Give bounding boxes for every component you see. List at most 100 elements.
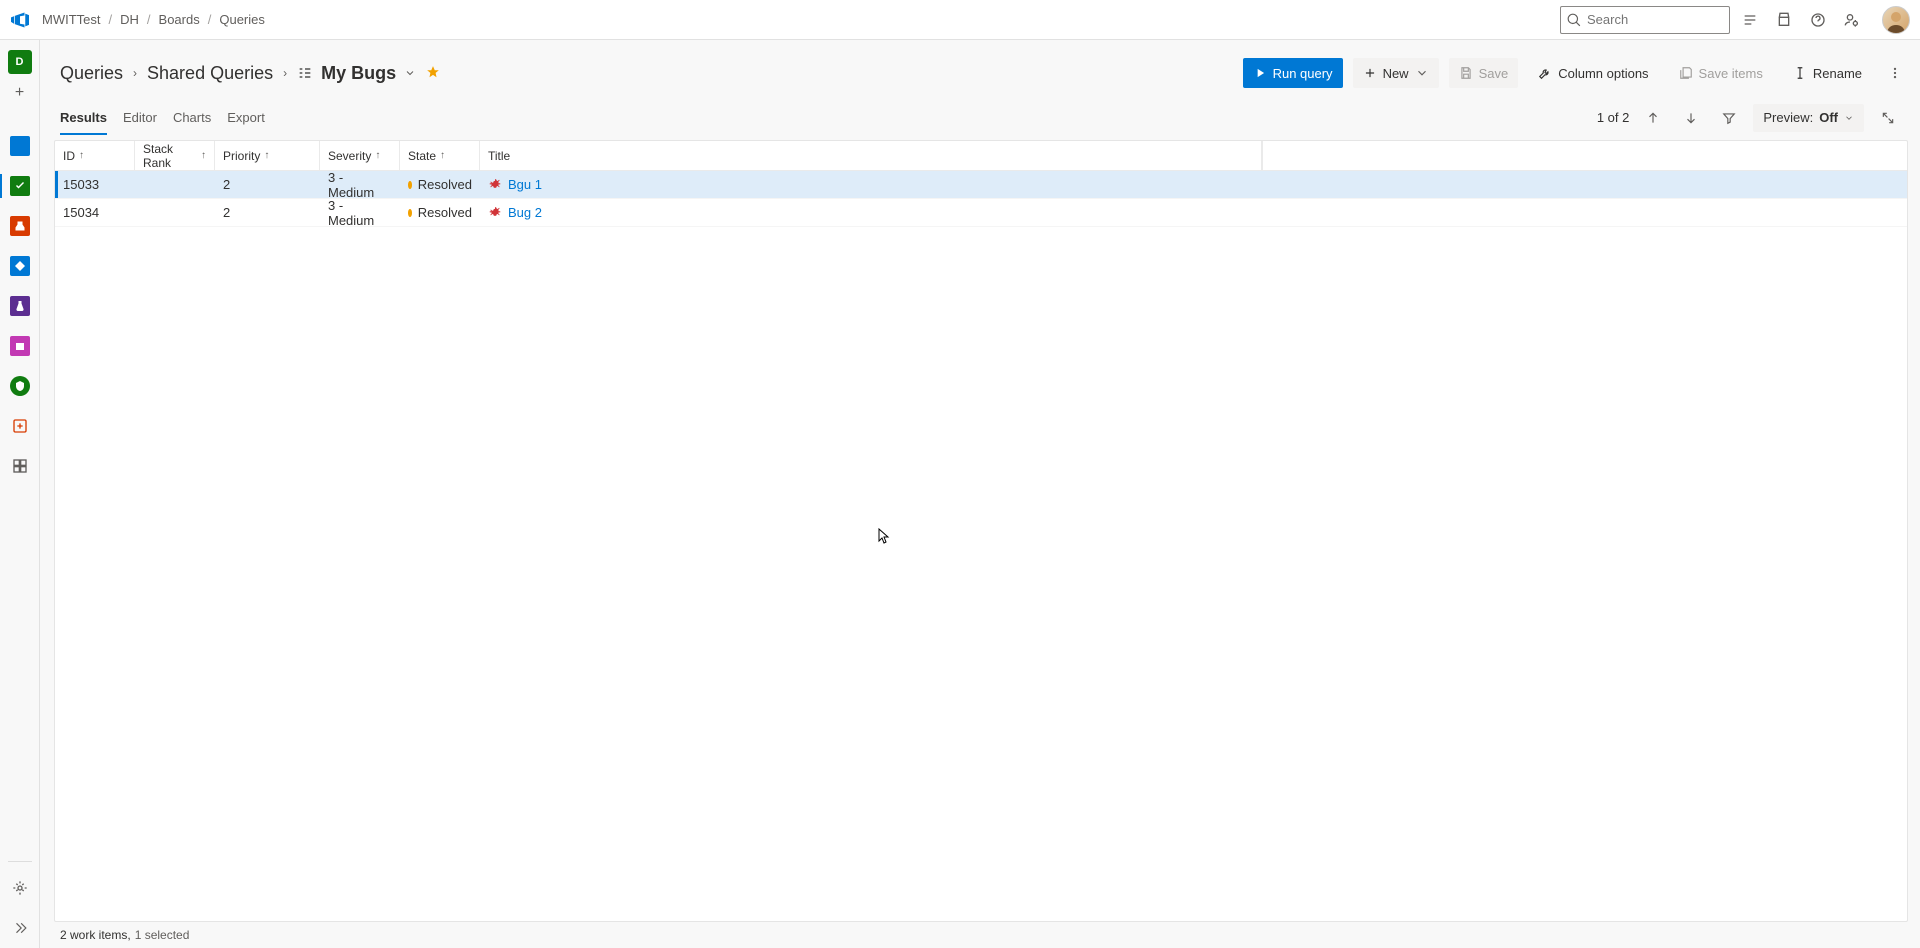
breadcrumb: MWITTest / DH / Boards / Queries bbox=[42, 12, 265, 27]
save-all-icon bbox=[1679, 66, 1693, 80]
col-header-title[interactable]: Title bbox=[480, 141, 1262, 170]
sidebar-artifacts[interactable] bbox=[0, 326, 40, 366]
breadcrumb-sep: / bbox=[147, 12, 151, 27]
breadcrumb-item[interactable]: Boards bbox=[159, 12, 200, 27]
add-button[interactable]: + bbox=[15, 84, 24, 102]
results-panel: ID↑ Stack Rank↑ Priority↑ Severity↑ Stat… bbox=[54, 140, 1908, 922]
marketplace-icon[interactable] bbox=[1774, 10, 1794, 30]
state-dot-icon bbox=[408, 181, 412, 189]
result-position: 1 of 2 bbox=[1597, 110, 1630, 125]
cell-severity: 3 - Medium bbox=[320, 198, 400, 228]
topbar-icons bbox=[1740, 6, 1910, 34]
expand-icon bbox=[1881, 111, 1895, 125]
more-actions-button[interactable] bbox=[1882, 58, 1908, 88]
sort-asc-icon: ↑ bbox=[201, 150, 206, 161]
cell-state: Resolved bbox=[400, 205, 480, 220]
sidebar-boards[interactable] bbox=[0, 166, 40, 206]
help-icon[interactable] bbox=[1808, 10, 1828, 30]
sort-asc-icon: ↑ bbox=[375, 150, 380, 161]
plus-icon bbox=[1363, 66, 1377, 80]
col-header-priority[interactable]: Priority↑ bbox=[215, 141, 320, 170]
page-breadcrumb: Queries › Shared Queries › My Bugs bbox=[60, 63, 440, 84]
breadcrumb-item[interactable]: Queries bbox=[219, 12, 265, 27]
sidebar-pipelines[interactable] bbox=[0, 246, 40, 286]
page-title[interactable]: My Bugs bbox=[321, 63, 396, 84]
footer-count: 2 work items, bbox=[60, 928, 131, 942]
table-header: ID↑ Stack Rank↑ Priority↑ Severity↑ Stat… bbox=[55, 141, 1907, 171]
page-crumb[interactable]: Shared Queries bbox=[147, 63, 273, 84]
cell-id: 15034 bbox=[55, 205, 135, 220]
main-content: Queries › Shared Queries › My Bugs Run q… bbox=[40, 40, 1920, 948]
bug-icon bbox=[488, 178, 502, 192]
rename-button[interactable]: Rename bbox=[1783, 58, 1872, 88]
save-icon bbox=[1459, 66, 1473, 80]
chevron-down-icon bbox=[1844, 113, 1854, 123]
admin-settings-icon[interactable] bbox=[1842, 10, 1862, 30]
page-crumb[interactable]: Queries bbox=[60, 63, 123, 84]
work-item-link[interactable]: Bug 2 bbox=[508, 205, 542, 220]
sidebar-collapse[interactable] bbox=[0, 908, 40, 948]
wrench-icon bbox=[1538, 66, 1552, 80]
work-item-link[interactable]: Bgu 1 bbox=[508, 177, 542, 192]
sort-asc-icon: ↑ bbox=[264, 150, 269, 161]
sort-asc-icon: ↑ bbox=[79, 150, 84, 161]
sidebar-overview[interactable] bbox=[0, 126, 40, 166]
cell-title: Bgu 1 bbox=[480, 177, 1262, 192]
sort-asc-icon: ↑ bbox=[440, 150, 445, 161]
search-box[interactable] bbox=[1560, 6, 1730, 34]
tab-export[interactable]: Export bbox=[227, 100, 265, 135]
preview-value: Off bbox=[1819, 110, 1838, 125]
breadcrumb-item[interactable]: DH bbox=[120, 12, 139, 27]
cell-id: 15033 bbox=[55, 177, 135, 192]
col-header-stack-rank[interactable]: Stack Rank↑ bbox=[135, 141, 215, 170]
tab-editor[interactable]: Editor bbox=[123, 100, 157, 135]
search-input[interactable] bbox=[1587, 12, 1723, 27]
table-body: 1503323 - MediumResolvedBgu 11503423 - M… bbox=[55, 171, 1907, 921]
bug-icon bbox=[488, 206, 502, 220]
column-options-button[interactable]: Column options bbox=[1528, 58, 1658, 88]
run-query-button[interactable]: Run query bbox=[1243, 58, 1343, 88]
tabs-right: 1 of 2 Preview: Off bbox=[1597, 104, 1902, 132]
arrow-up-icon bbox=[1646, 111, 1660, 125]
table-row[interactable]: 1503323 - MediumResolvedBgu 1 bbox=[55, 171, 1907, 199]
azure-devops-logo[interactable] bbox=[10, 10, 30, 30]
tabset: Results Editor Charts Export bbox=[60, 100, 265, 135]
more-vertical-icon bbox=[1888, 66, 1902, 80]
sidebar-settings[interactable] bbox=[0, 868, 40, 908]
chevron-right-icon: › bbox=[283, 66, 287, 80]
cell-state: Resolved bbox=[400, 177, 480, 192]
favorite-star-icon[interactable] bbox=[426, 63, 440, 84]
preview-toggle[interactable]: Preview: Off bbox=[1753, 104, 1864, 132]
project-tile[interactable]: D bbox=[8, 50, 32, 74]
col-header-state[interactable]: State↑ bbox=[400, 141, 480, 170]
tab-charts[interactable]: Charts bbox=[173, 100, 211, 135]
sidebar-test-plans[interactable] bbox=[0, 286, 40, 326]
chevron-down-icon bbox=[1415, 66, 1429, 80]
new-button[interactable]: New bbox=[1353, 58, 1439, 88]
sidebar-compliance[interactable] bbox=[0, 366, 40, 406]
sidebar: D + bbox=[0, 40, 40, 948]
col-header-severity[interactable]: Severity↑ bbox=[320, 141, 400, 170]
chevron-down-icon[interactable] bbox=[404, 67, 416, 79]
list-icon bbox=[297, 65, 313, 81]
col-header-id[interactable]: ID↑ bbox=[55, 141, 135, 170]
filter-icon bbox=[1722, 111, 1736, 125]
breadcrumb-item[interactable]: MWITTest bbox=[42, 12, 101, 27]
page-header: Queries › Shared Queries › My Bugs Run q… bbox=[54, 48, 1908, 96]
gear-icon bbox=[12, 880, 28, 896]
avatar[interactable] bbox=[1882, 6, 1910, 34]
sidebar-repos[interactable] bbox=[0, 206, 40, 246]
prev-result-button[interactable] bbox=[1639, 104, 1667, 132]
tab-results[interactable]: Results bbox=[60, 100, 107, 135]
sidebar-wiki[interactable] bbox=[0, 406, 40, 446]
work-items-icon[interactable] bbox=[1740, 10, 1760, 30]
next-result-button[interactable] bbox=[1677, 104, 1705, 132]
save-items-button: Save items bbox=[1669, 58, 1773, 88]
fullscreen-button[interactable] bbox=[1874, 104, 1902, 132]
topbar: MWITTest / DH / Boards / Queries bbox=[0, 0, 1920, 40]
col-header-empty bbox=[1262, 141, 1907, 170]
table-row[interactable]: 1503423 - MediumResolvedBug 2 bbox=[55, 199, 1907, 227]
sidebar-dashboards[interactable] bbox=[0, 446, 40, 486]
rename-icon bbox=[1793, 66, 1807, 80]
filter-button[interactable] bbox=[1715, 104, 1743, 132]
